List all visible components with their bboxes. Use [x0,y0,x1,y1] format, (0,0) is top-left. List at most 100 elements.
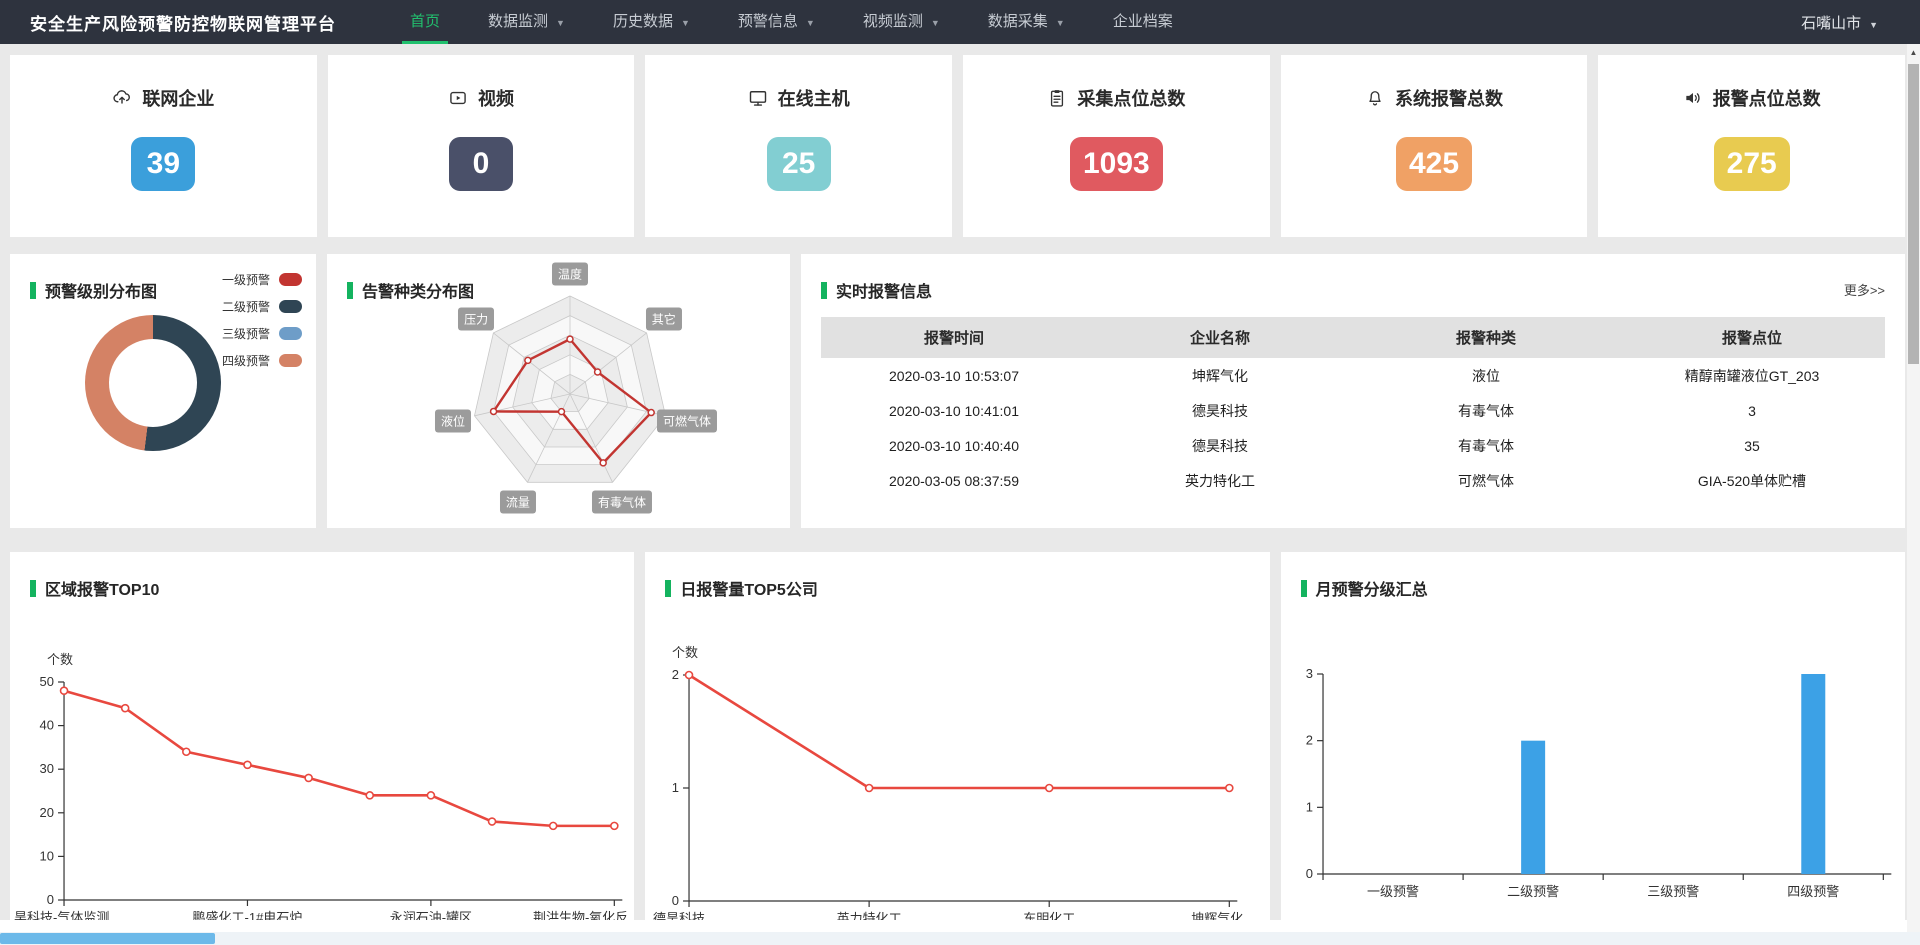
table-cell: GIA-520单体贮槽 [1619,471,1885,491]
table-cell: 2020-03-10 10:40:40 [821,438,1087,454]
table-header-cell: 报警时间 [821,327,1087,348]
nav-item-label: 历史数据 [613,13,673,30]
bottom-row: 区域报警TOP10 01020304050个数昊科技-气体监测鹏盛化工-1#电石… [10,552,1905,920]
panel-title-text: 预警级别分布图 [45,278,157,302]
legend-item-2[interactable]: 二级预警 [222,298,302,315]
table-cell: 坤辉气化 [1087,366,1353,386]
region-top10-chart-svg: 01020304050个数昊科技-气体监测鹏盛化工-1#电石炉永润石油-罐区荆洪… [10,552,634,920]
stat-card-videos: 视频0 [328,55,635,237]
nav-item-home[interactable]: 首页 [386,0,464,44]
table-row: 2020-03-10 10:41:01德昊科技有毒气体3 [821,393,1885,428]
svg-text:40: 40 [40,718,54,733]
region-label: 石嘴山市 [1801,15,1861,32]
svg-text:30: 30 [40,761,54,776]
svg-text:二级预警: 二级预警 [1507,884,1559,899]
stat-card-alarm-points: 报警点位总数275 [1598,55,1905,237]
svg-text:荆洪生物-氧化反: 荆洪生物-氧化反 [533,910,628,920]
scroll-up-arrow-icon[interactable]: ▲ [1907,44,1920,62]
svg-text:坤辉气化: 坤辉气化 [1192,911,1244,920]
bottom-spacer [0,920,1920,932]
chevron-down-icon: ▼ [1056,18,1065,28]
table-row: 2020-03-05 08:37:59英力特化工可燃气体GIA-520单体贮槽 [821,463,1885,498]
table-cell: 可燃气体 [1353,471,1619,491]
stat-card-head: 报警点位总数 [1598,85,1905,111]
stat-card-head: 视频 [328,85,635,111]
table-cell: 2020-03-10 10:53:07 [821,368,1087,384]
svg-text:50: 50 [40,674,54,689]
nav-item-history-data[interactable]: 历史数据 ▼ [589,0,714,44]
table-header-cell: 企业名称 [1087,327,1353,348]
panel-region-alarm-top10: 区域报警TOP10 01020304050个数昊科技-气体监测鹏盛化工-1#电石… [10,552,634,920]
svg-text:德昊科技: 德昊科技 [653,911,705,920]
vertical-scrollbar-thumb[interactable] [1908,64,1919,364]
svg-text:1: 1 [1305,799,1312,814]
panel-monthly-warning-summary: 月预警分级汇总 0123一级预警二级预警三级预警四级预警 [1281,552,1905,920]
horizontal-scrollbar[interactable] [0,932,1920,945]
table-cell: 德昊科技 [1087,436,1353,456]
panel-warning-level-pie: 预警级别分布图 一级预警二级预警三级预警四级预警 [10,254,316,528]
table-cell: 英力特化工 [1087,471,1353,491]
stat-card-value: 425 [1396,137,1472,191]
svg-text:一级预警: 一级预警 [1367,884,1419,899]
panel-title-text: 实时报警信息 [836,278,932,302]
table-cell: 2020-03-10 10:41:01 [821,403,1087,419]
nav-menu: 首页数据监测▼历史数据▼预警信息▼视频监测▼数据采集▼企业档案 [386,0,1197,44]
svg-text:20: 20 [40,805,54,820]
legend-item-3[interactable]: 三级预警 [222,325,302,342]
speaker-icon [1683,88,1703,108]
vertical-scrollbar[interactable]: ▲ [1907,44,1920,932]
stat-card-label: 在线主机 [778,85,850,111]
table-body: 2020-03-10 10:53:07坤辉气化液位精醇南罐液位GT_203202… [821,358,1885,498]
stat-card-value: 1093 [1070,137,1163,191]
horizontal-scrollbar-thumb[interactable] [0,933,215,944]
table-header-row: 报警时间企业名称报警种类报警点位 [821,317,1885,358]
radar-axis-label: 液位 [435,409,471,432]
more-link[interactable]: 更多>> [1844,280,1885,299]
panel-alarm-type-radar: 告警种类分布图 温度其它可燃气体有毒气体流量液位压力 [327,254,790,528]
nav-item-data-collect[interactable]: 数据采集 ▼ [964,0,1089,44]
chevron-down-icon: ▼ [556,18,565,28]
middle-row: 预警级别分布图 一级预警二级预警三级预警四级预警 告警种类分布图 温度其它可燃气… [10,254,1905,528]
region-selector[interactable]: 石嘴山市▼ [1801,12,1878,33]
stat-card-label: 联网企业 [142,85,214,111]
table-header-cell: 报警点位 [1619,327,1885,348]
legend-item-4[interactable]: 四级预警 [222,352,302,369]
svg-text:2: 2 [672,667,679,682]
nav-item-warning-info[interactable]: 预警信息▼ [714,0,839,44]
legend-swatch [279,273,302,286]
legend-label: 一级预警 [222,271,270,288]
table-cell: 精醇南罐液位GT_203 [1619,366,1885,386]
nav-item-label: 数据采集 [988,13,1048,30]
radar-axis-label: 其它 [646,308,682,331]
video-icon [448,88,468,108]
radar-axis-label: 温度 [552,263,588,286]
legend-swatch [279,327,302,340]
main-content: 联网企业39视频0在线主机25采集点位总数1093系统报警总数425报警点位总数… [10,55,1905,920]
radar-chart: 温度其它可燃气体有毒气体流量液位压力 [327,254,790,528]
svg-text:东明化工: 东明化工 [1024,911,1076,920]
legend-label: 三级预警 [222,325,270,342]
nav-item-data-monitor[interactable]: 数据监测▼ [464,0,589,44]
svg-text:鹏盛化工-1#电石炉: 鹏盛化工-1#电石炉 [193,910,303,920]
stat-card-online-enterprises: 联网企业39 [10,55,317,237]
nav-item-enterprise-archive[interactable]: 企业档案 [1089,0,1197,44]
stat-card-label: 系统报警总数 [1395,85,1503,111]
svg-text:0: 0 [47,892,54,907]
realtime-alarm-table: 报警时间企业名称报警种类报警点位 2020-03-10 10:53:07坤辉气化… [821,317,1885,498]
svg-text:0: 0 [672,893,679,908]
svg-text:10: 10 [40,848,54,863]
radar-axis-label: 流量 [500,491,536,514]
monitor-icon [748,88,768,108]
radar-axis-label: 压力 [458,308,494,331]
legend-item-1[interactable]: 一级预警 [222,271,302,288]
svg-text:1: 1 [672,780,679,795]
bell-icon [1365,88,1385,108]
legend-swatch [279,354,302,367]
nav-item-label: 视频监测 [863,13,923,30]
chevron-down-icon: ▼ [681,18,690,28]
nav-item-label: 企业档案 [1113,13,1173,30]
stat-card-collection-points: 采集点位总数1093 [963,55,1270,237]
stat-card-label: 视频 [478,85,514,111]
nav-item-video-monitor[interactable]: 视频监测▼ [839,0,964,44]
cloud-upload-icon [112,88,132,108]
